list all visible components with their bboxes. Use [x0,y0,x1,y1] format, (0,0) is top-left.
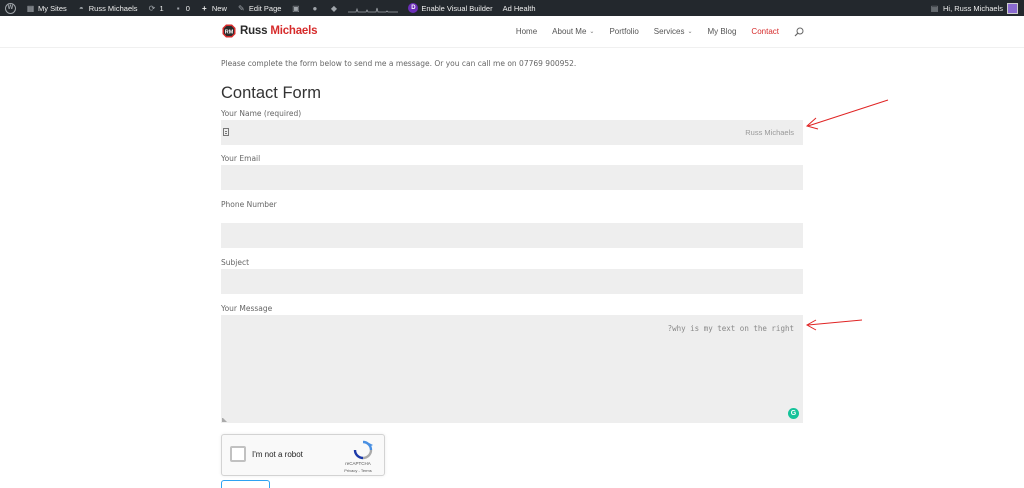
pencil-icon: ✎ [238,3,245,13]
my-sites-label: My Sites [38,3,67,13]
annotation-arrowhead-message [805,319,817,331]
comments-menu[interactable]: ▪ 0 [169,0,195,16]
my-sites-menu[interactable]: ▦ My Sites [21,0,72,16]
nav-label: Portfolio [609,27,639,36]
main-nav: Home About Me ⌄ Portfolio Services ⌄ My Bl… [516,16,804,47]
site-name-label: Russ Michaels [88,3,138,13]
message-textarea-value: ?why is my text on the right [667,324,794,333]
search-icon[interactable] [794,27,804,37]
toolbar-icon[interactable]: ▤ [930,4,939,13]
edit-page-label: Edit Page [248,3,282,13]
chevron-down-icon: ⌄ [589,29,595,35]
updates-count: 1 [159,3,164,13]
nav-item-my-blog[interactable]: My Blog [708,27,737,36]
recaptcha-terms-link[interactable]: Privacy - Terms [338,468,378,473]
new-label: New [211,3,227,13]
status-dot-menu[interactable]: ● [305,0,324,16]
annotation-arrow-message [807,319,863,326]
recaptcha-logo-icon [353,440,373,460]
stats-sparkline[interactable] [343,0,403,16]
site-name-menu[interactable]: ◓ Russ Michaels [72,0,143,16]
wp-logo-menu[interactable]: W [0,0,21,16]
shield-icon: ▣ [292,3,300,13]
nav-item-home[interactable]: Home [516,27,537,36]
nav-item-about-me[interactable]: About Me ⌄ [552,27,594,36]
plus-icon: + [202,3,207,13]
logo-text-first: Russ [240,25,268,37]
recaptcha-brand: reCAPTCHA [345,461,371,466]
name-label: Your Name (required) [221,109,302,118]
annotation-arrow-name [807,99,889,127]
submit-button[interactable] [221,480,270,488]
user-greeting[interactable]: Hi, Russ Michaels [943,4,1003,13]
recaptcha-widget: I'm not a robot reCAPTCHA Privacy - Term… [221,434,385,476]
enable-visual-builder[interactable]: D Enable Visual Builder [403,0,497,16]
logo-text-second: Michaels [267,25,318,37]
user-avatar[interactable] [1007,2,1018,14]
nav-label: My Blog [707,27,737,36]
sparkline-icon [348,7,399,12]
message-textarea[interactable]: ?why is my text on the right G [221,315,803,423]
site-header: RM Russ Michaels Home About Me ⌄ Portfoli… [0,16,1024,47]
wordpress-icon: W [5,2,16,14]
diamond-icon: ◆ [330,3,337,13]
diamond-menu[interactable]: ◆ [324,0,343,16]
subject-field[interactable] [221,269,803,294]
annotation-arrowhead-name [805,117,819,130]
new-content-menu[interactable]: + New [195,0,232,16]
intro-text: Please complete the form below to send m… [221,59,577,68]
subject-label: Subject [221,258,250,267]
recaptcha-label: I'm not a robot [252,450,303,459]
ad-health-menu[interactable]: Ad Health [498,0,541,16]
nav-item-services[interactable]: Services ⌄ [654,27,693,36]
phone-field[interactable] [221,223,803,248]
nav-item-portfolio[interactable]: Portfolio [609,27,638,36]
email-field[interactable] [221,165,803,190]
recaptcha-checkbox[interactable] [230,446,246,462]
dashboard-icon: ◓ [78,3,84,13]
nav-label: About Me [552,27,587,36]
name-field[interactable]: Russ Michaels [221,120,803,145]
site-logo[interactable]: RM Russ Michaels [222,24,318,38]
shield-menu[interactable]: ▣ [286,0,305,16]
phone-label: Phone Number [221,200,277,209]
svg-text:RM: RM [225,29,234,35]
sites-icon: ▦ [26,3,35,13]
nav-label: Services [653,27,685,36]
wp-admin-bar: W ▦ My Sites ◓ Russ Michaels ⟳ 1 ▪ 0 + N… [0,0,1024,16]
comment-icon: ▪ [176,3,180,13]
autofill-icon[interactable] [223,128,229,136]
visual-builder-label: Enable Visual Builder [421,3,493,13]
nav-item-contact[interactable]: Contact [751,27,779,36]
comments-count: 0 [185,3,190,13]
resize-handle[interactable] [222,417,227,422]
logo-text: Russ Michaels [240,25,318,37]
nav-label: Home [515,27,538,36]
divi-icon: D [408,3,419,13]
name-field-value: Russ Michaels [745,128,794,137]
page-title: Contact Form [221,84,321,102]
circle-icon: ● [312,3,318,13]
grammarly-icon[interactable]: G [788,408,799,419]
updates-menu[interactable]: ⟳ 1 [143,0,169,16]
nav-label: Contact [751,27,779,36]
ad-health-label: Ad Health [502,3,536,13]
edit-page-menu[interactable]: ✎ Edit Page [232,0,287,16]
updates-icon: ⟳ [148,3,156,13]
logo-mark-icon: RM [222,24,236,38]
chevron-down-icon: ⌄ [687,29,693,35]
message-label: Your Message [221,304,273,313]
email-label: Your Email [221,154,261,163]
